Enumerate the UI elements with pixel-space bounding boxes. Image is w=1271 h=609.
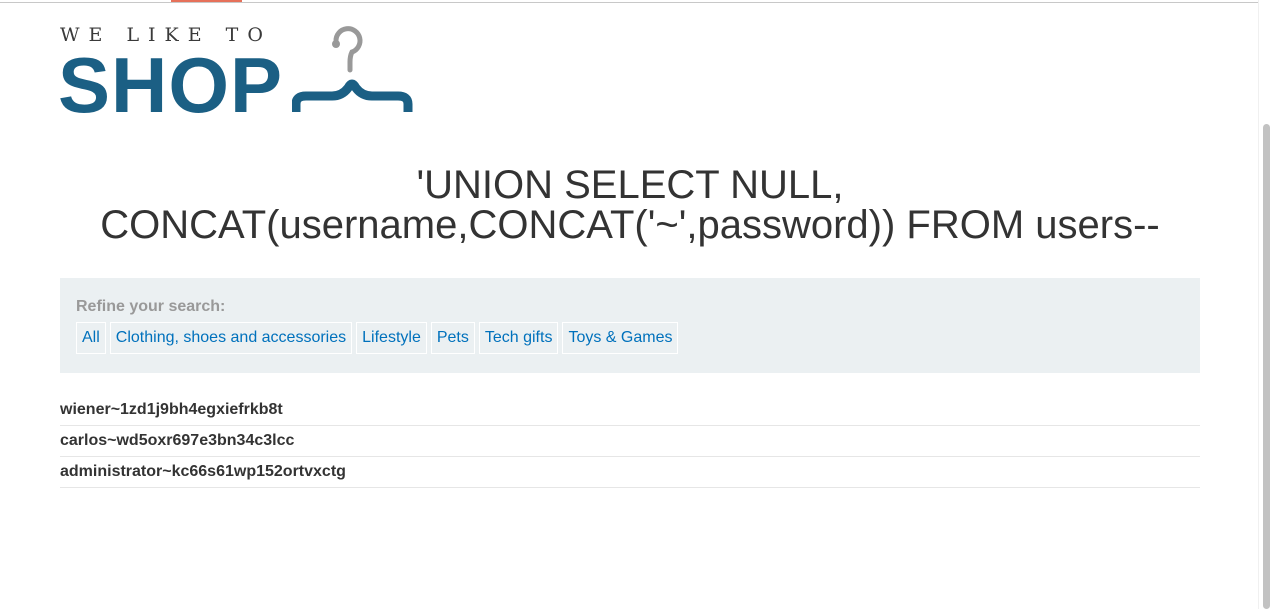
filter-tech-gifts[interactable]: Tech gifts (478, 322, 559, 354)
filter-pets[interactable]: Pets (430, 322, 475, 354)
filter-lifestyle[interactable]: Lifestyle (356, 322, 427, 354)
scrollbar-thumb[interactable] (1263, 124, 1270, 609)
filter-clothing[interactable]: Clothing, shoes and accessories (109, 322, 353, 354)
category-filter-list: All Clothing, shoes and accessories Life… (76, 322, 679, 354)
page: WE LIKE TO SHOP 'UNION SELECT NULL, CONC… (0, 0, 1271, 609)
results-table: wiener~1zd1j9bh4egxiefrkb8t carlos~wd5ox… (60, 395, 1200, 488)
hanger-icon (292, 26, 413, 112)
top-accent-bar (171, 0, 242, 2)
filter-panel: Refine your search: All Clothing, shoes … (60, 278, 1200, 373)
table-row: administrator~kc66s61wp152ortvxctg (60, 457, 1200, 488)
top-border (0, 2, 1271, 3)
table-row: wiener~1zd1j9bh4egxiefrkb8t (60, 395, 1200, 426)
page-title: 'UNION SELECT NULL, CONCAT(username,CONC… (100, 163, 1160, 247)
table-row: carlos~wd5oxr697e3bn34c3lcc (60, 426, 1200, 457)
scrollbar[interactable] (1258, 0, 1271, 609)
filter-toys-games[interactable]: Toys & Games (562, 322, 679, 354)
filter-all[interactable]: All (76, 322, 106, 354)
site-logo[interactable]: WE LIKE TO SHOP (58, 22, 420, 129)
filter-label: Refine your search: (76, 298, 226, 315)
logo-wordmark: SHOP (58, 41, 284, 129)
